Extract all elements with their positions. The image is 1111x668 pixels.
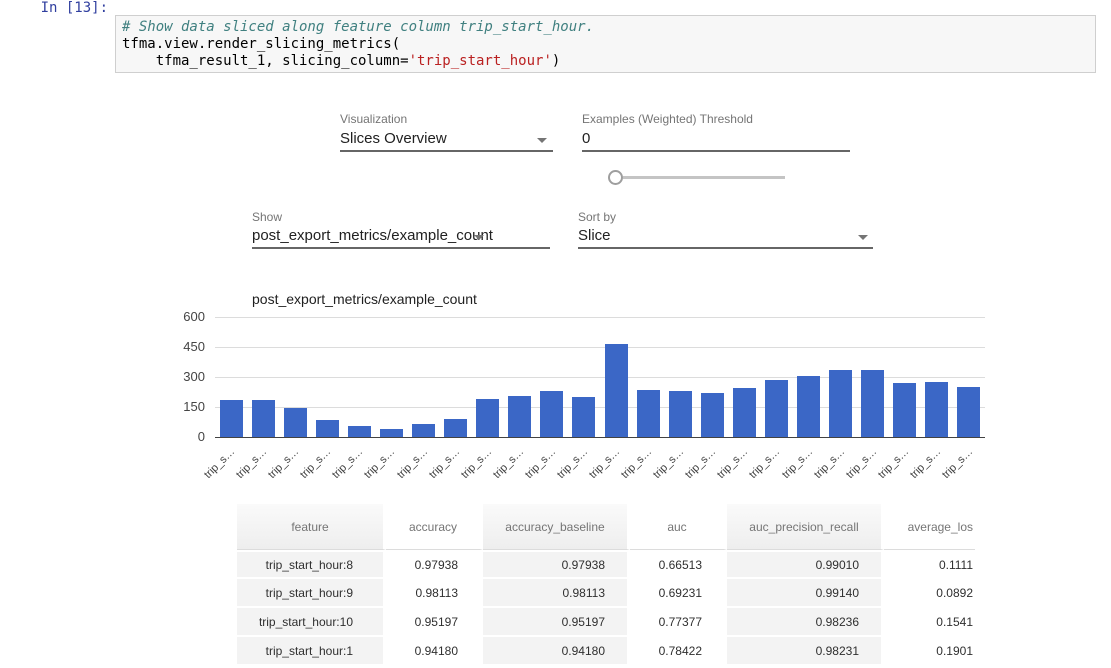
table-row[interactable]: trip_start_hour:100.951970.951970.773770… <box>237 608 975 637</box>
metric-cell: 0.98113 <box>483 579 630 608</box>
chart-bar[interactable] <box>444 419 467 437</box>
metric-cell: 0.98113 <box>386 579 483 608</box>
y-axis-tick: 0 <box>160 430 205 443</box>
show-value: post_export_metrics/example_count <box>252 227 493 244</box>
chart-bar[interactable] <box>572 397 595 437</box>
column-header: auc_precision_recall <box>727 504 884 550</box>
chart-bar[interactable] <box>252 400 275 437</box>
metric-cell: 0.95197 <box>386 608 483 637</box>
threshold-input[interactable]: 0 <box>582 130 850 152</box>
chart-bar[interactable] <box>380 429 403 437</box>
y-axis-tick: 150 <box>160 400 205 413</box>
threshold-label: Examples (Weighted) Threshold <box>582 112 753 126</box>
feature-cell: trip_start_hour:10 <box>237 608 386 637</box>
chart-bar[interactable] <box>508 396 531 437</box>
threshold-value: 0 <box>582 130 590 147</box>
feature-cell: trip_start_hour:9 <box>237 579 386 608</box>
chart-bar[interactable] <box>797 376 820 437</box>
metric-cell: 0.69231 <box>630 579 727 608</box>
chart-bar[interactable] <box>765 380 788 437</box>
metric-cell: 0.99010 <box>727 550 884 579</box>
metric-cell: 0.94180 <box>483 637 630 666</box>
chart-bar[interactable] <box>284 408 307 437</box>
code-line-3-pre: tfma_result_1, slicing_column= <box>122 53 409 69</box>
metric-cell: 0.94180 <box>386 637 483 666</box>
metrics-table: featureaccuracyaccuracy_baselineaucauc_p… <box>237 504 975 668</box>
input-prompt: In [13]: <box>0 0 108 16</box>
slider-handle[interactable] <box>608 170 623 185</box>
metric-cell: 0.1111 <box>884 550 975 579</box>
chart-bar[interactable] <box>605 344 628 437</box>
code-string-literal: 'trip_start_hour' <box>409 53 552 69</box>
metric-cell: 0.98236 <box>727 608 884 637</box>
code-line-3: tfma_result_1, slicing_column='trip_star… <box>122 53 1089 70</box>
chart-bar[interactable] <box>829 370 852 437</box>
legend-label: post_export_metrics/example_count <box>252 291 477 307</box>
metric-cell: 0.97938 <box>483 550 630 579</box>
chart-bar[interactable] <box>637 390 660 437</box>
chevron-down-icon <box>537 138 547 143</box>
sortby-dropdown[interactable]: Slice <box>578 227 873 249</box>
code-cell[interactable]: # Show data sliced along feature column … <box>115 15 1096 73</box>
chart-bar[interactable] <box>220 400 243 437</box>
chart-bar[interactable] <box>701 393 724 437</box>
chart-bar[interactable] <box>476 399 499 437</box>
metric-cell: 0.1901 <box>884 637 975 666</box>
chart-bar[interactable] <box>893 383 916 437</box>
chevron-down-icon <box>858 235 868 240</box>
show-label: Show <box>252 210 282 224</box>
bar-chart: post_export_metrics/example_count 600 450… <box>0 290 1111 490</box>
sortby-value: Slice <box>578 227 611 244</box>
slider-track[interactable] <box>623 176 785 179</box>
metric-cell: 0.77377 <box>630 608 727 637</box>
table-row[interactable]: trip_start_hour:80.979380.979380.665130.… <box>237 550 975 579</box>
table-row[interactable]: trip_start_hour:90.981130.981130.692310.… <box>237 579 975 608</box>
chart-bar[interactable] <box>733 388 756 437</box>
metric-cell: 0.66513 <box>630 550 727 579</box>
visualization-dropdown[interactable]: Slices Overview <box>340 130 553 152</box>
metric-cell: 0.1541 <box>884 608 975 637</box>
chart-bar[interactable] <box>348 426 371 437</box>
chevron-down-icon <box>474 235 484 240</box>
column-header: accuracy_baseline <box>483 504 630 550</box>
code-comment: # Show data sliced along feature column … <box>122 19 1089 36</box>
y-axis-tick: 450 <box>160 340 205 353</box>
table-header-row: featureaccuracyaccuracy_baselineaucauc_p… <box>237 504 975 550</box>
grid-line <box>215 347 985 348</box>
column-header: average_los <box>884 504 975 550</box>
visualization-label: Visualization <box>340 112 407 126</box>
plot-area <box>215 317 985 438</box>
metric-cell: 0.78422 <box>630 637 727 666</box>
notebook-page: In [13]: # Show data sliced along featur… <box>0 0 1111 668</box>
metric-cell: 0.98231 <box>727 637 884 666</box>
sortby-label: Sort by <box>578 210 616 224</box>
metric-cell: 0.95197 <box>483 608 630 637</box>
column-header: auc <box>630 504 727 550</box>
column-header: feature <box>237 504 386 550</box>
metric-cell: 0.99140 <box>727 579 884 608</box>
y-axis-tick: 600 <box>160 310 205 323</box>
chart-bar[interactable] <box>412 424 435 437</box>
legend-swatch-icon <box>222 294 245 306</box>
visualization-value: Slices Overview <box>340 130 447 147</box>
chart-bar[interactable] <box>957 387 980 437</box>
metric-cell: 0.97938 <box>386 550 483 579</box>
chart-bar[interactable] <box>540 391 563 437</box>
chart-bar[interactable] <box>316 420 339 437</box>
x-axis-labels: trip_s…trip_s…trip_s…trip_s…trip_s…trip_… <box>215 438 985 478</box>
code-line-2: tfma.view.render_slicing_metrics( <box>122 36 1089 53</box>
feature-cell: trip_start_hour:1 <box>237 637 386 666</box>
chart-bar[interactable] <box>861 370 884 437</box>
chart-bar[interactable] <box>925 382 948 437</box>
table-row[interactable]: trip_start_hour:10.941800.941800.784220.… <box>237 637 975 666</box>
grid-line <box>215 317 985 318</box>
chart-bar[interactable] <box>669 391 692 437</box>
feature-cell: trip_start_hour:8 <box>237 550 386 579</box>
metric-cell: 0.0892 <box>884 579 975 608</box>
code-line-3-post: ) <box>552 53 560 69</box>
column-header: accuracy <box>386 504 483 550</box>
y-axis-tick: 300 <box>160 370 205 383</box>
show-dropdown[interactable]: post_export_metrics/example_count <box>252 227 550 249</box>
threshold-slider[interactable] <box>600 165 800 191</box>
